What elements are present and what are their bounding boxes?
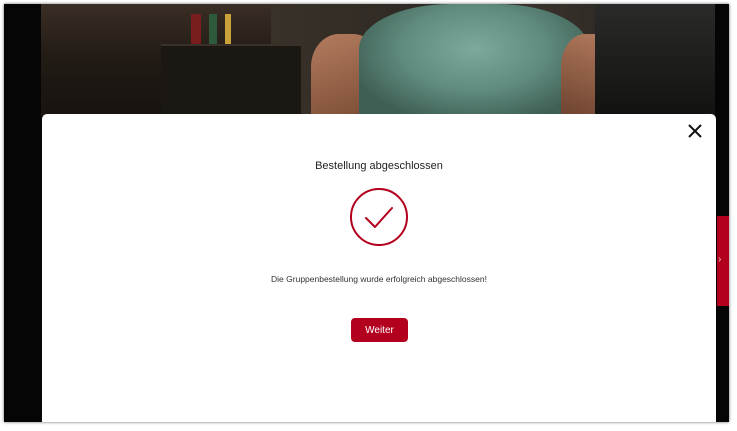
side-tab[interactable]: › xyxy=(717,216,729,306)
chevron-right-icon: › xyxy=(718,254,722,265)
kitchen-counter xyxy=(161,44,301,116)
person-shirt xyxy=(359,4,589,116)
checkmark-circle-icon xyxy=(350,188,408,246)
kitchen-machine xyxy=(595,4,715,116)
shelf-bottles xyxy=(191,14,251,44)
close-button[interactable] xyxy=(684,120,706,142)
order-complete-modal: Bestellung abgeschlossen Die Gruppenbest… xyxy=(42,114,716,422)
background-hero-image xyxy=(41,4,715,116)
left-dark-edge xyxy=(4,4,41,422)
right-dark-edge xyxy=(715,4,729,422)
app-frame: › Bestellung abgeschlossen Die Gruppenbe… xyxy=(4,4,729,422)
modal-title: Bestellung abgeschlossen xyxy=(315,160,443,172)
success-message: Die Gruppenbestellung wurde erfolgreich … xyxy=(271,274,487,284)
continue-button[interactable]: Weiter xyxy=(351,318,408,342)
close-icon xyxy=(688,124,702,138)
